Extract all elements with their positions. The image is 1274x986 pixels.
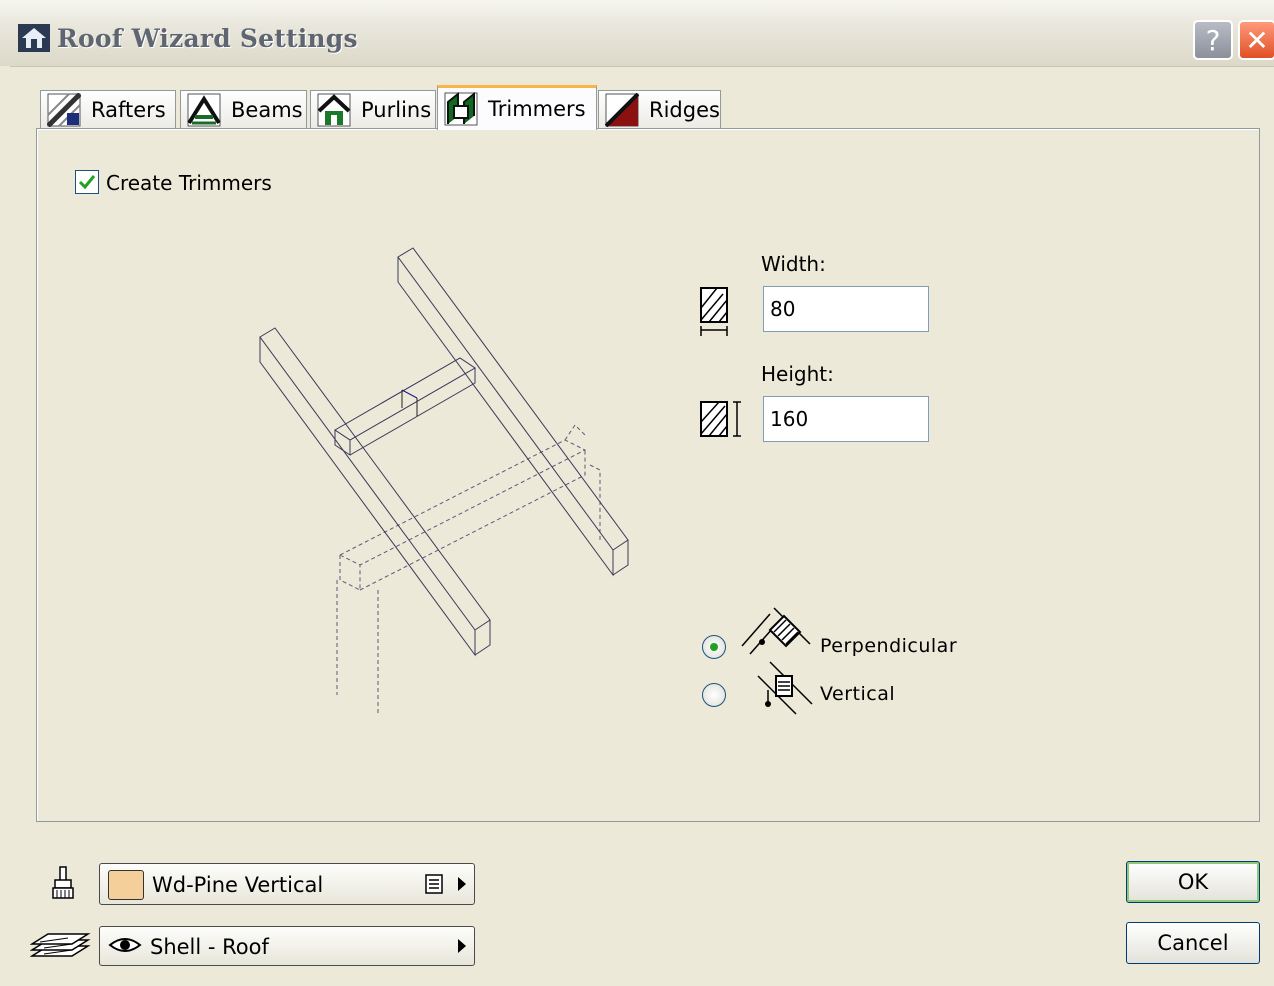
trimmers-icon (444, 92, 478, 126)
beams-icon (187, 93, 221, 126)
tab-beams[interactable]: Beams (180, 90, 307, 128)
ridges-icon (605, 92, 639, 127)
material-swatch (108, 870, 144, 900)
vertical-icon (757, 661, 813, 715)
app-icon (18, 24, 50, 52)
chevron-right-icon (458, 877, 466, 891)
material-name: Wd-Pine Vertical (152, 873, 324, 897)
material-settings-icon (425, 874, 443, 894)
tab-label: Trimmers (488, 97, 586, 121)
paintbrush-icon (52, 866, 74, 899)
tab-ridges[interactable]: Ridges (598, 90, 721, 128)
create-trimmers-checkbox[interactable] (75, 170, 99, 194)
help-button[interactable]: ? (1193, 20, 1233, 60)
layer-popup[interactable]: Shell - Roof (99, 926, 475, 966)
height-label: Height: (761, 362, 834, 386)
tab-label: Beams (231, 97, 303, 122)
layers-icon (30, 933, 91, 957)
create-trimmers-label: Create Trimmers (106, 171, 272, 195)
window-title: Roof Wizard Settings (57, 24, 358, 53)
vertical-radio[interactable] (702, 683, 726, 707)
purlins-icon (317, 93, 351, 126)
rafters-icon (47, 92, 81, 127)
width-icon (700, 287, 728, 336)
height-input[interactable] (763, 396, 929, 442)
perpendicular-radio[interactable] (702, 635, 726, 659)
material-popup[interactable]: Wd-Pine Vertical (99, 863, 475, 905)
perpendicular-icon (741, 607, 811, 655)
tab-purlins[interactable]: Purlins (310, 90, 436, 128)
chevron-right-icon (458, 939, 466, 953)
tab-label: Ridges (649, 97, 720, 122)
tab-rafters[interactable]: Rafters (40, 90, 176, 128)
width-label: Width: (761, 252, 826, 276)
eye-icon (108, 938, 142, 952)
tab-trimmers[interactable]: Trimmers (437, 85, 597, 130)
trimmer-preview-diagram (259, 247, 629, 715)
ok-button[interactable]: OK (1126, 861, 1260, 903)
height-icon (700, 401, 741, 437)
close-button[interactable]: ✕ (1238, 20, 1274, 60)
checkmark-icon (78, 175, 96, 190)
width-input[interactable] (763, 286, 929, 332)
layer-name: Shell - Roof (150, 935, 269, 959)
tab-label: Purlins (361, 97, 432, 122)
vertical-label: Vertical (820, 683, 896, 705)
trimmers-panel (36, 128, 1260, 822)
perpendicular-label: Perpendicular (820, 635, 958, 657)
cancel-button[interactable]: Cancel (1126, 922, 1260, 964)
window-frame (0, 66, 10, 986)
tab-label: Rafters (91, 97, 166, 122)
